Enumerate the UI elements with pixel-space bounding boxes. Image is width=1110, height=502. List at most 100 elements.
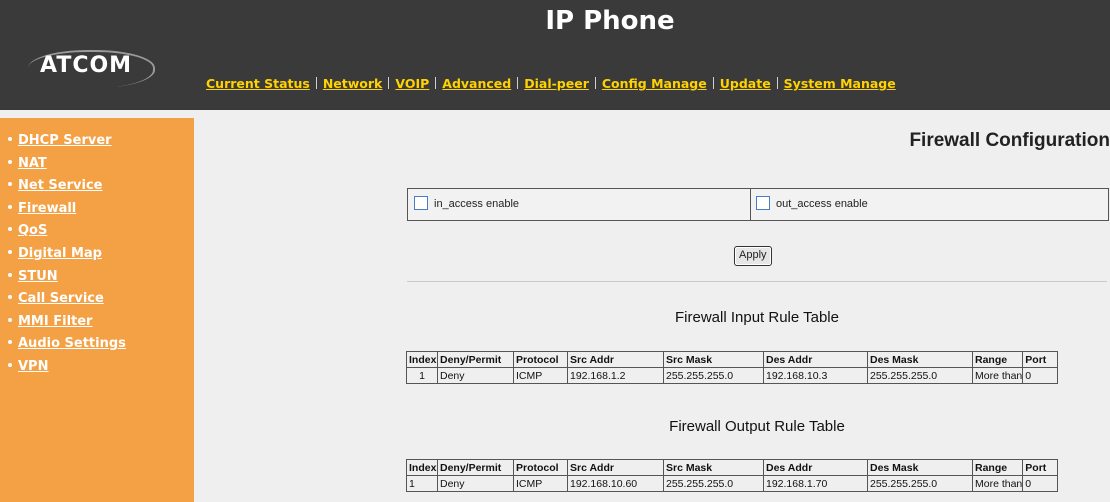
nav-separator: [388, 77, 390, 89]
cell-deny-permit: Deny: [437, 475, 514, 492]
header-src-addr: Src Addr: [567, 351, 664, 368]
header-bar: ATCOM IP Phone Current Status Network VOIP…: [0, 0, 1110, 110]
sidebar-link-net-service[interactable]: Net Service: [18, 178, 102, 193]
cell-des-addr: 192.168.1.70: [763, 475, 868, 492]
sidebar-item-net-service: Net Service: [8, 177, 194, 200]
header-port: Port: [1022, 351, 1059, 368]
nav-config-manage[interactable]: Config Manage: [602, 76, 707, 91]
nav-separator: [517, 77, 519, 89]
sidebar: DHCP Server NAT Net Service Firewall QoS…: [0, 118, 194, 502]
sidebar-item-nat: NAT: [8, 155, 194, 178]
top-navigation: Current Status Network VOIP Advanced Dial-pe…: [206, 76, 896, 91]
bullet-icon: [8, 227, 12, 232]
sidebar-item-stun: STUN: [8, 268, 194, 291]
nav-dial-peer[interactable]: Dial-peer: [524, 76, 589, 91]
header-deny-permit: Deny/Permit: [437, 351, 514, 368]
cell-src-mask: 255.255.255.0: [663, 475, 764, 492]
bullet-icon: [8, 182, 12, 187]
nav-separator: [712, 77, 714, 89]
header-range: Range: [971, 351, 1024, 368]
page-title: Firewall Configuration: [909, 130, 1110, 151]
table-row: 1 Deny ICMP 192.168.1.2 255.255.255.0 19…: [406, 367, 1059, 384]
sidebar-item-firewall: Firewall: [8, 200, 194, 223]
main-content: Firewall Configuration in_access enable …: [194, 118, 1110, 502]
sidebar-link-firewall[interactable]: Firewall: [18, 201, 76, 216]
bullet-icon: [8, 159, 12, 164]
sidebar-item-audio-settings: Audio Settings: [8, 335, 194, 358]
cell-range: More than: [971, 367, 1024, 384]
cell-protocol: ICMP: [513, 367, 568, 384]
nav-separator: [776, 77, 778, 89]
out-access-cell: out_access enable: [756, 189, 868, 220]
in-access-cell: in_access enable: [414, 189, 519, 220]
cell-des-addr: 192.168.10.3: [763, 367, 868, 384]
header-des-addr: Des Addr: [763, 351, 868, 368]
sidebar-menu: DHCP Server NAT Net Service Firewall QoS…: [0, 118, 194, 381]
nav-current-status[interactable]: Current Status: [206, 76, 310, 91]
nav-system-manage[interactable]: System Manage: [784, 76, 896, 91]
table-row: 1 Deny ICMP 192.168.10.60 255.255.255.0 …: [406, 475, 1059, 492]
header-index: Index: [406, 351, 438, 368]
input-rule-table: Index Deny/Permit Protocol Src Addr Src …: [406, 351, 1059, 384]
bullet-icon: [8, 317, 12, 322]
atcom-logo: ATCOM: [40, 53, 133, 78]
sidebar-link-stun[interactable]: STUN: [18, 269, 58, 284]
in-access-label: in_access enable: [434, 198, 520, 210]
header-src-mask: Src Mask: [663, 459, 764, 476]
sidebar-item-dhcp-server: DHCP Server: [8, 132, 194, 155]
sidebar-link-qos[interactable]: QoS: [18, 223, 47, 238]
cell-index: 1: [406, 475, 438, 492]
header-range: Range: [971, 459, 1024, 476]
bullet-icon: [8, 204, 12, 209]
cell-des-mask: 255.255.255.0: [867, 367, 973, 384]
sidebar-link-nat[interactable]: NAT: [18, 156, 47, 171]
header-index: Index: [406, 459, 438, 476]
header-des-mask: Des Mask: [867, 459, 973, 476]
nav-update[interactable]: Update: [720, 76, 771, 91]
bullet-icon: [8, 295, 12, 300]
header-deny-permit: Deny/Permit: [437, 459, 514, 476]
header-port: Port: [1022, 459, 1059, 476]
header-src-addr: Src Addr: [567, 459, 664, 476]
header-des-addr: Des Addr: [763, 459, 868, 476]
bullet-icon: [8, 249, 12, 254]
out-access-label: out_access enable: [776, 198, 868, 210]
apply-button[interactable]: Apply: [734, 246, 772, 266]
table-header-row: Index Deny/Permit Protocol Src Addr Src …: [406, 351, 1059, 368]
in-access-checkbox[interactable]: [414, 196, 428, 210]
header-src-mask: Src Mask: [663, 351, 764, 368]
table-header-row: Index Deny/Permit Protocol Src Addr Src …: [406, 459, 1059, 476]
out-access-checkbox[interactable]: [756, 196, 770, 210]
sidebar-link-call-service[interactable]: Call Service: [18, 291, 104, 306]
cell-des-mask: 255.255.255.0: [867, 475, 973, 492]
app-title: IP Phone: [545, 6, 675, 36]
nav-network[interactable]: Network: [323, 76, 383, 91]
header-des-mask: Des Mask: [867, 351, 973, 368]
output-rule-table: Index Deny/Permit Protocol Src Addr Src …: [406, 459, 1059, 492]
cell-port: 0: [1022, 367, 1059, 384]
sidebar-link-digital-map[interactable]: Digital Map: [18, 246, 102, 261]
section-divider: [407, 281, 1107, 282]
nav-advanced[interactable]: Advanced: [442, 76, 511, 91]
sidebar-item-digital-map: Digital Map: [8, 245, 194, 268]
header-protocol: Protocol: [513, 459, 568, 476]
bullet-icon: [8, 340, 12, 345]
sidebar-link-vpn[interactable]: VPN: [18, 359, 48, 374]
sidebar-item-mmi-filter: MMI Filter: [8, 313, 194, 336]
cell-port: 0: [1022, 475, 1059, 492]
bullet-icon: [8, 272, 12, 277]
sidebar-link-audio-settings[interactable]: Audio Settings: [18, 336, 126, 351]
cell-divider: [750, 189, 751, 220]
cell-range: More than: [971, 475, 1024, 492]
nav-separator: [435, 77, 437, 89]
input-table-title: Firewall Input Rule Table: [675, 309, 839, 326]
nav-voip[interactable]: VOIP: [395, 76, 429, 91]
sidebar-item-qos: QoS: [8, 222, 194, 245]
cell-src-mask: 255.255.255.0: [663, 367, 764, 384]
sidebar-link-dhcp-server[interactable]: DHCP Server: [18, 133, 112, 148]
sidebar-link-mmi-filter[interactable]: MMI Filter: [18, 314, 92, 329]
output-table-title: Firewall Output Rule Table: [669, 418, 845, 435]
header-protocol: Protocol: [513, 351, 568, 368]
access-enable-box: in_access enable out_access enable: [407, 188, 1109, 221]
cell-deny-permit: Deny: [437, 367, 514, 384]
